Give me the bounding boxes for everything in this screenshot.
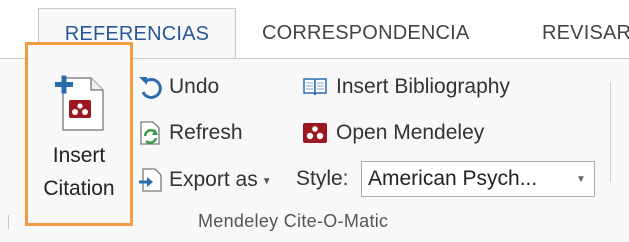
style-label: Style: (296, 167, 349, 190)
undo-icon (139, 77, 162, 99)
insert-citation-label-line2: Citation (43, 177, 115, 200)
export-as-button[interactable]: Export as ▼ (137, 164, 272, 196)
group-divider-left (8, 215, 9, 229)
refresh-icon (140, 121, 160, 145)
insert-citation-icon (55, 75, 104, 131)
chevron-down-icon: ▼ (261, 175, 272, 187)
group-label-mendeley: Mendeley Cite-O-Matic (198, 211, 389, 231)
mendeley-icon (303, 123, 327, 143)
group-divider-right (610, 82, 611, 182)
insert-citation-label-line1: Insert (52, 144, 106, 167)
bibliography-icon (303, 78, 327, 96)
export-as-label: Export as (169, 168, 258, 191)
refresh-button[interactable]: Refresh (137, 117, 243, 149)
undo-label: Undo (169, 75, 220, 98)
insert-bibliography-label: Insert Bibliography (336, 75, 510, 98)
chevron-down-icon[interactable]: ▼ (568, 174, 594, 185)
insert-bibliography-button[interactable]: Insert Bibliography (300, 71, 510, 103)
export-icon (139, 168, 162, 192)
refresh-label: Refresh (169, 121, 243, 144)
insert-citation-button[interactable]: Insert Citation (25, 42, 133, 226)
tab-correspondencia[interactable]: CORRESPONDENCIA (262, 8, 469, 58)
citation-style-select[interactable]: American Psych... ▼ (361, 161, 595, 197)
citation-style-value: American Psych... (368, 167, 538, 190)
open-mendeley-button[interactable]: Open Mendeley (300, 117, 484, 149)
undo-button[interactable]: Undo (137, 71, 219, 103)
open-mendeley-label: Open Mendeley (336, 121, 485, 144)
tab-revisar[interactable]: REVISAR (542, 8, 629, 58)
